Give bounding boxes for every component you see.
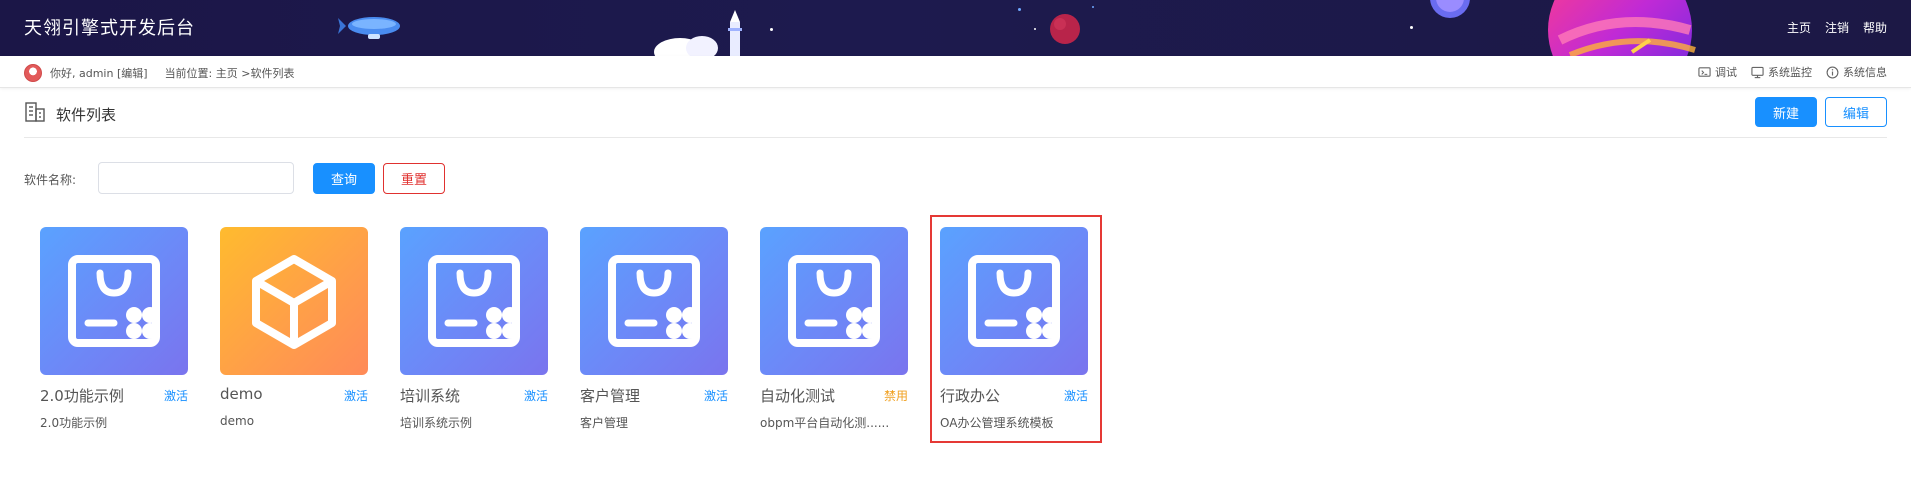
app-title: 天翎引擎式开发后台	[24, 18, 195, 39]
card-status-badge[interactable]: 激活	[524, 387, 548, 404]
card-name: 客户管理	[580, 387, 641, 405]
new-button[interactable]: 新建	[1755, 97, 1817, 127]
star-decoration	[1092, 6, 1094, 8]
nav-home-link[interactable]: 主页	[1787, 19, 1811, 36]
monitor-icon	[1751, 66, 1764, 78]
avatar	[24, 64, 42, 82]
nav-logout-link[interactable]: 注销	[1825, 19, 1849, 36]
shopping-bag-icon[interactable]	[40, 227, 188, 375]
card-name: 自动化测试	[760, 387, 836, 405]
shopping-bag-icon[interactable]	[400, 227, 548, 375]
system-tools: 调试 系统监控 系统信息	[1698, 64, 1887, 80]
card-status-badge[interactable]: 禁用	[884, 387, 908, 404]
city-decoration-icon	[654, 10, 742, 56]
system-monitor-label: 系统监控	[1768, 66, 1812, 79]
card-description: demo	[220, 414, 255, 428]
edit-profile-link[interactable]: [编辑]	[117, 67, 148, 80]
selected-card-highlight	[930, 215, 1102, 443]
edit-button[interactable]: 编辑	[1825, 97, 1887, 127]
card-status-badge[interactable]: 激活	[164, 387, 188, 404]
system-info-label: 系统信息	[1843, 66, 1887, 79]
query-button[interactable]: 查询	[313, 163, 375, 194]
planet-decoration-icon	[1050, 14, 1080, 44]
nav-help-link[interactable]: 帮助	[1863, 19, 1887, 36]
software-name-input[interactable]	[98, 162, 294, 194]
software-card[interactable]: 培训系统 激活培训系统示例	[400, 227, 550, 437]
star-decoration	[1410, 26, 1413, 29]
top-banner: 天翎引擎式开发后台 主页 注销 帮助	[0, 0, 1911, 56]
software-card[interactable]: 2.0功能示例 激活 2.0功能示例	[40, 227, 190, 437]
card-name: demo	[220, 385, 263, 403]
shopping-bag-icon[interactable]	[760, 227, 908, 375]
cube-icon[interactable]	[220, 227, 368, 375]
sub-bar: 你好, admin [编辑] 当前位置: 主页 >软件列表 调试 系统监控 系统…	[0, 56, 1911, 88]
debug-button[interactable]: 调试	[1698, 64, 1737, 80]
card-status-badge[interactable]: 激活	[704, 387, 728, 404]
user-breadcrumb: 你好, admin [编辑] 当前位置: 主页 >软件列表	[50, 65, 295, 81]
card-description: obpm平台自动化测......	[760, 416, 890, 430]
card-description: 培训系统示例	[400, 416, 473, 430]
debug-icon	[1698, 66, 1711, 77]
card-description: 2.0功能示例	[40, 416, 108, 430]
system-info-button[interactable]: 系统信息	[1826, 64, 1887, 80]
card-status-badge[interactable]: 激活	[344, 387, 368, 404]
breadcrumb: 主页 >软件列表	[215, 67, 295, 80]
blimp-decoration-icon	[338, 17, 400, 39]
card-name: 2.0功能示例	[40, 387, 124, 405]
software-card[interactable]: 自动化测试 禁用 obpm平台自动化测......	[760, 227, 910, 437]
star-decoration	[770, 28, 773, 31]
debug-label: 调试	[1715, 66, 1737, 79]
card-description: 客户管理	[580, 416, 629, 430]
card-name: 培训系统	[400, 387, 461, 405]
reset-button[interactable]: 重置	[383, 163, 445, 194]
star-decoration	[1034, 28, 1036, 30]
info-icon	[1826, 66, 1839, 78]
page-title: 软件列表	[56, 106, 117, 124]
top-nav: 主页 注销 帮助	[1787, 19, 1887, 36]
location-label: 当前位置:	[164, 67, 213, 80]
system-monitor-button[interactable]: 系统监控	[1751, 64, 1812, 80]
software-card[interactable]: demo 激活 demo	[220, 227, 370, 437]
software-name-label: 软件名称:	[24, 173, 77, 187]
shopping-bag-icon[interactable]	[580, 227, 728, 375]
greeting-text: 你好, admin	[50, 67, 114, 80]
star-decoration	[1018, 8, 1021, 11]
large-planet-decoration-icon	[1430, 0, 1696, 56]
page-header: 软件列表 新建 编辑	[24, 88, 1887, 138]
building-icon	[25, 102, 45, 122]
software-card[interactable]: 客户管理 激活 客户管理	[580, 227, 730, 437]
